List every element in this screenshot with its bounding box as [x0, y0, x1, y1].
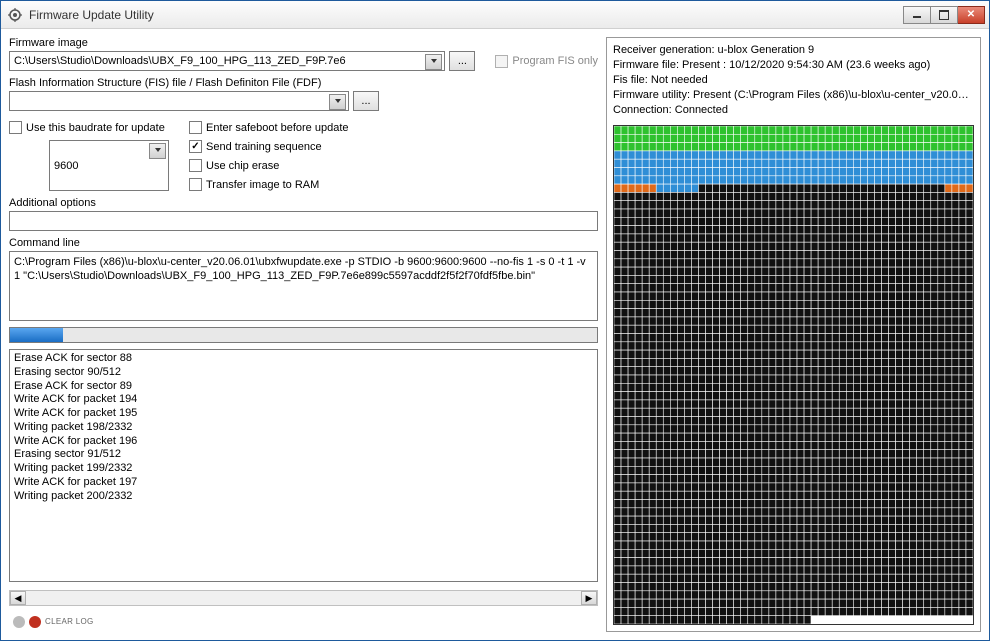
command-line-box[interactable]: C:\Program Files (x86)\u-blox\u-center_v… [9, 251, 598, 321]
progress-fill [10, 328, 63, 342]
log-line: Write ACK for packet 194 [14, 393, 593, 407]
progress-bar [9, 327, 598, 343]
enter-safeboot-checkbox[interactable] [189, 121, 202, 134]
transfer-ram-checkbox[interactable] [189, 178, 202, 191]
firmware-image-dropdown[interactable]: C:\Users\Studio\Downloads\UBX_F9_100_HPG… [9, 51, 445, 71]
additional-options-label: Additional options [9, 197, 598, 209]
baudrate-dropdown[interactable]: 9600 [49, 140, 169, 191]
use-baudrate-label: Use this baudrate for update [26, 122, 165, 134]
log-line: Erasing sector 91/512 [14, 448, 593, 462]
statusbar: CLEAR LOG [9, 612, 598, 632]
log-line: Write ACK for packet 195 [14, 407, 593, 421]
program-fis-only-label: Program FIS only [512, 55, 598, 67]
fis-browse-button[interactable]: ... [353, 91, 379, 111]
log-output[interactable]: Erase ACK for sector 88Erasing sector 90… [9, 349, 598, 582]
use-chip-erase-checkbox[interactable] [189, 159, 202, 172]
connection-info: Connection: Connected [613, 104, 974, 116]
stop-button-icon[interactable] [29, 616, 41, 628]
firmware-utility-info: Firmware utility: Present (C:\Program Fi… [613, 89, 974, 101]
firmware-browse-button[interactable]: ... [449, 51, 475, 71]
horizontal-scrollbar[interactable]: ◀ ▶ [9, 590, 598, 606]
scroll-left-button[interactable]: ◀ [10, 591, 26, 605]
fis-file-dropdown[interactable] [9, 91, 349, 111]
status-dot-idle-icon [13, 616, 25, 628]
log-line: Writing packet 198/2332 [14, 421, 593, 435]
log-line: Writing packet 200/2332 [14, 490, 593, 504]
maximize-button[interactable] [930, 6, 958, 24]
log-line: Erasing sector 90/512 [14, 366, 593, 380]
receiver-generation-info: Receiver generation: u-blox Generation 9 [613, 44, 974, 56]
titlebar[interactable]: Firmware Update Utility [1, 1, 989, 29]
left-pane: Firmware image C:\Users\Studio\Downloads… [9, 37, 598, 632]
use-baudrate-checkbox[interactable] [9, 121, 22, 134]
send-training-checkbox[interactable] [189, 140, 202, 153]
program-fis-only-checkbox [495, 55, 508, 68]
flash-sector-grid [613, 125, 974, 625]
scroll-right-button[interactable]: ▶ [581, 591, 597, 605]
fis-file-label: Flash Information Structure (FIS) file /… [9, 77, 598, 89]
firmware-image-label: Firmware image [9, 37, 598, 49]
app-icon [7, 7, 23, 23]
close-button[interactable] [957, 6, 985, 24]
minimize-button[interactable] [903, 6, 931, 24]
right-pane: Receiver generation: u-blox Generation 9… [606, 37, 981, 632]
clear-log-button[interactable]: CLEAR LOG [45, 618, 94, 626]
firmware-file-info: Firmware file: Present : 10/12/2020 9:54… [613, 59, 974, 71]
log-line: Write ACK for packet 196 [14, 435, 593, 449]
command-line-label: Command line [9, 237, 598, 249]
log-line: Writing packet 199/2332 [14, 462, 593, 476]
log-line: Erase ACK for sector 89 [14, 380, 593, 394]
log-line: Erase ACK for sector 88 [14, 352, 593, 366]
log-line: Write ACK for packet 197 [14, 476, 593, 490]
window-title: Firmware Update Utility [29, 8, 904, 22]
fis-file-info: Fis file: Not needed [613, 74, 974, 86]
additional-options-input[interactable] [9, 211, 598, 231]
app-window: Firmware Update Utility Firmware image C… [0, 0, 990, 641]
